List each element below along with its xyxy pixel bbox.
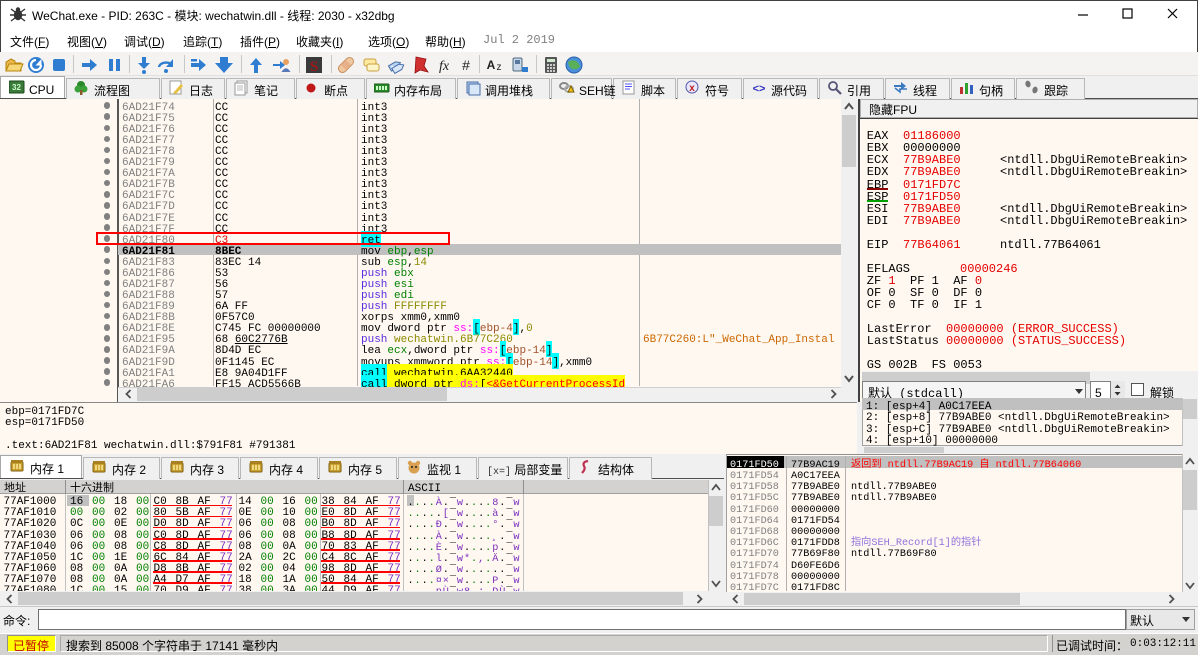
svg-text:<>: <> (753, 80, 766, 96)
svg-text:A: A (487, 56, 496, 73)
svg-text:32: 32 (12, 82, 21, 93)
svg-text:x: x (689, 80, 695, 94)
svg-text:fx: fx (439, 59, 450, 74)
svg-text:S: S (310, 59, 318, 75)
svg-text:z: z (497, 58, 502, 73)
svg-text:#: # (462, 55, 470, 75)
